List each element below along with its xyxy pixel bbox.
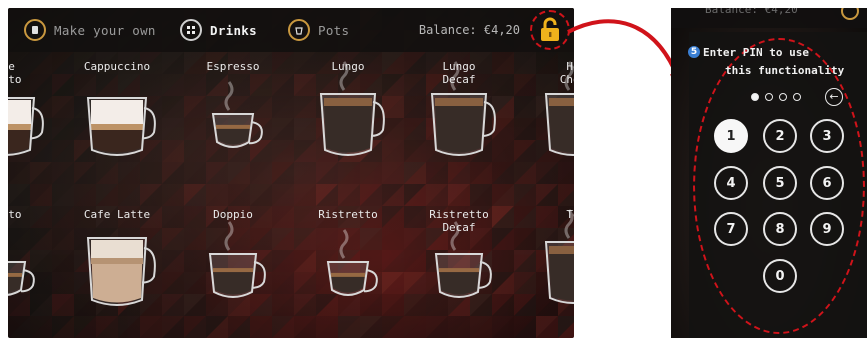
drink-name: Espresso (206, 60, 260, 73)
drink-tile[interactable]: Lungo (293, 60, 403, 200)
drink-tile[interactable]: tte hiato (8, 60, 60, 200)
drink-tile[interactable]: Doppio (178, 208, 288, 338)
drink-name: Ristretto Decaf (429, 208, 489, 234)
drink-name: tte hiato (8, 60, 22, 86)
nav-pots-label: Pots (318, 22, 350, 38)
drink-name: hiato (8, 208, 22, 221)
drink-name: Cappuccino (83, 60, 151, 73)
pin-key-1[interactable]: 1 (714, 119, 748, 153)
drinks-screen: Make your own Drinks Pots Balance: €4,20 (8, 8, 574, 338)
pin-dot (765, 93, 773, 101)
pin-prompt-line1: Enter PIN to use (703, 46, 809, 59)
backspace-arrow-icon[interactable]: ← (825, 88, 843, 106)
right-balance-text: Balance: €4,20 (705, 8, 798, 16)
right-top-bar: Balance: €4,20 (671, 8, 867, 28)
pin-key-5[interactable]: 5 (763, 166, 797, 200)
pin-key-4[interactable]: 4 (714, 166, 748, 200)
pin-prompt: Enter PIN to use this functionality (703, 44, 867, 80)
padlock-open-icon (541, 17, 559, 41)
drink-tile[interactable]: Lungo Decaf (404, 60, 514, 200)
pin-key-7[interactable]: 7 (714, 212, 748, 246)
step-number-badge: 5 (688, 46, 700, 58)
nav-drinks[interactable]: Drinks (180, 8, 257, 52)
drink-tile[interactable]: Cappuccino (62, 60, 172, 200)
drink-tile[interactable]: Cafe Latte (62, 208, 172, 338)
coffee-cup-icon (319, 61, 385, 156)
pin-prompt-line2: this functionality (725, 64, 845, 77)
coffee-cup-icon (86, 237, 156, 306)
nav-make-your-own[interactable]: Make your own (24, 8, 156, 52)
pin-dot (751, 93, 759, 101)
pin-key-9[interactable]: 9 (810, 212, 844, 246)
top-nav-bar: Make your own Drinks Pots Balance: €4,20 (8, 8, 574, 52)
pin-dot (793, 93, 801, 101)
pin-dot (779, 93, 787, 101)
coffee-cup-icon (208, 221, 266, 298)
drink-tile[interactable]: Espresso (178, 60, 288, 200)
pot-icon (288, 19, 310, 41)
lock-icon (841, 8, 859, 20)
drink-name: Doppio (213, 208, 253, 221)
cup-icon (24, 19, 46, 41)
pin-key-3[interactable]: 3 (810, 119, 844, 153)
pin-key-2[interactable]: 2 (763, 119, 797, 153)
nav-pots[interactable]: Pots (288, 8, 349, 52)
drink-name: Lungo (331, 60, 365, 73)
nav-make-your-own-label: Make your own (54, 22, 156, 38)
pin-key-0[interactable]: 0 (763, 259, 797, 293)
balance-display: Balance: €4,20 (418, 23, 520, 37)
drink-name: Ristretto (318, 208, 378, 221)
pin-progress-dots (751, 93, 807, 101)
pin-key-8[interactable]: 8 (763, 212, 797, 246)
drink-name: Cafe Latte (83, 208, 151, 221)
coffee-cup-icon (8, 261, 35, 296)
drink-tile[interactable]: Ristretto (293, 208, 403, 338)
drink-tile[interactable]: hiato (8, 208, 60, 338)
drink-tile[interactable]: Te (518, 208, 574, 338)
coffee-cup-icon (211, 81, 263, 148)
coffee-cup-icon (544, 209, 574, 304)
coffee-cup-icon (86, 97, 156, 156)
coffee-cup-icon (326, 229, 378, 296)
drink-tile[interactable]: Ristretto Decaf (404, 208, 514, 338)
drink-name: Te (566, 208, 574, 221)
grid-icon (180, 19, 202, 41)
nav-drinks-label: Drinks (210, 22, 257, 38)
drink-name: Lungo Decaf (442, 60, 476, 86)
pin-key-6[interactable]: 6 (810, 166, 844, 200)
